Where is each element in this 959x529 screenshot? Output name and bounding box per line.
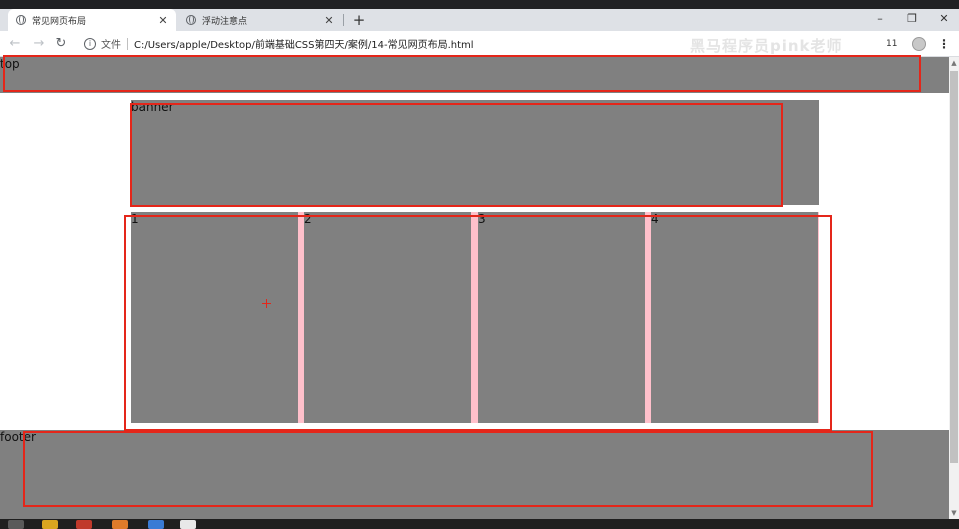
box-label: 4 — [651, 212, 659, 226]
app-icon[interactable] — [112, 520, 128, 529]
scheme-label: 文件 — [101, 40, 121, 51]
footer-section: footer — [0, 430, 949, 519]
box-item: 2 — [304, 212, 471, 423]
box-item: 3 — [478, 212, 645, 423]
scroll-up-icon[interactable]: ▲ — [950, 58, 958, 68]
tab-float-notes[interactable]: 浮动注意点 ✕ — [178, 9, 342, 31]
globe-icon — [16, 15, 26, 25]
app-icon[interactable] — [148, 520, 164, 529]
forward-button[interactable]: → — [30, 35, 48, 53]
cursor-crosshair-icon — [262, 299, 271, 308]
url-text[interactable]: C:/Users/apple/Desktop/前端基础CSS第四天/案例/14-… — [134, 36, 474, 51]
vertical-scrollbar[interactable]: ▲ ▼ — [949, 57, 959, 519]
menu-icon[interactable]: ⋮ — [938, 35, 950, 53]
tab-page-layout[interactable]: 常见网页布局 ✕ — [8, 9, 176, 31]
document-icon[interactable] — [180, 520, 196, 529]
box-label: 3 — [478, 212, 486, 226]
watermark-text: 黑马程序员pink老师 — [690, 37, 843, 55]
page-viewport: top banner 1 2 3 4 footer — [0, 57, 949, 519]
window-close-button[interactable]: ✕ — [929, 9, 959, 31]
restore-button[interactable]: ❐ — [897, 9, 927, 31]
info-icon[interactable]: i — [84, 37, 96, 50]
extension-badge[interactable]: 11 — [886, 39, 897, 49]
tab-close-icon[interactable]: ✕ — [322, 14, 336, 27]
footer-label: footer — [0, 430, 36, 444]
start-icon[interactable] — [8, 520, 24, 529]
os-taskbar — [0, 519, 959, 529]
chrome-taskbar-icon[interactable] — [76, 520, 92, 529]
banner-label: banner — [131, 100, 174, 114]
back-button[interactable]: ← — [6, 35, 24, 53]
top-label: top — [0, 57, 20, 71]
omnibox-divider — [127, 37, 128, 50]
globe-icon — [186, 15, 196, 25]
minimize-button[interactable]: – — [865, 9, 895, 31]
scrollbar-thumb[interactable] — [950, 71, 958, 463]
reload-button[interactable]: ↻ — [52, 35, 70, 53]
box-list: 1 2 3 4 — [131, 212, 819, 423]
tab-title: 浮动注意点 — [202, 16, 248, 27]
tab-strip: 常见网页布局 ✕ 浮动注意点 ✕ — [0, 9, 959, 31]
tab-close-icon[interactable]: ✕ — [156, 14, 170, 27]
folder-icon[interactable] — [42, 520, 58, 529]
box-item: 1 — [131, 212, 298, 423]
scroll-down-icon[interactable]: ▼ — [950, 508, 958, 518]
top-section: top — [0, 57, 949, 93]
box-item: 4 — [651, 212, 818, 423]
profile-avatar-icon[interactable] — [912, 37, 926, 51]
box-label: 1 — [131, 212, 139, 226]
tab-divider — [343, 14, 344, 26]
tab-title: 常见网页布局 — [32, 16, 87, 27]
banner-section: banner — [131, 100, 819, 205]
box-label: 2 — [304, 212, 312, 226]
new-tab-button[interactable]: + — [350, 9, 368, 31]
window-frame — [0, 0, 959, 9]
